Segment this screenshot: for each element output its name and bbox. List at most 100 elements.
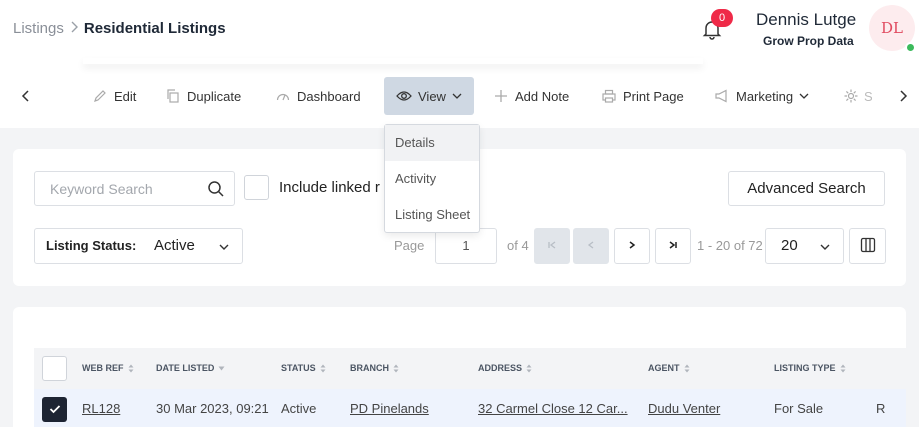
listings-table-card: WEB REF DATE LISTED STATUS BRANCH ADDRES… [13, 307, 906, 427]
column-label: AGENT [648, 363, 680, 373]
last-page-button[interactable] [655, 228, 691, 264]
sort-descending-icon [218, 366, 225, 371]
column-status[interactable]: STATUS [281, 363, 326, 373]
menu-item-listing-sheet[interactable]: Listing Sheet [385, 197, 479, 233]
column-label: STATUS [281, 363, 316, 373]
clipped-label: S [864, 88, 872, 104]
duplicate-button[interactable]: Duplicate [165, 77, 241, 115]
sort-icon [684, 364, 690, 373]
marketing-label: Marketing [736, 88, 794, 104]
add-note-label: Add Note [515, 88, 570, 104]
select-all-checkbox[interactable] [42, 356, 67, 381]
clipped-toolbar-button[interactable]: S [844, 77, 872, 115]
menu-item-activity[interactable]: Activity [385, 161, 479, 197]
first-page-button[interactable] [534, 228, 570, 264]
web-ref-link[interactable]: RL128 [82, 401, 120, 416]
copy-icon [165, 88, 181, 104]
chevron-down-icon [819, 240, 831, 255]
user-name: Dennis Lutge [756, 10, 857, 29]
pencil-icon [92, 88, 108, 104]
table-row[interactable]: RL128 30 Mar 2023, 09:21 Active PD Pinel… [34, 389, 906, 427]
address-link[interactable]: 32 Carmel Close 12 Car... [478, 401, 628, 416]
column-label: ADDRESS [478, 363, 523, 373]
include-linked-checkbox[interactable] [244, 175, 269, 200]
view-button[interactable]: View [384, 77, 474, 115]
page-count: of 4 [507, 238, 529, 253]
chevron-left-icon[interactable] [16, 86, 36, 106]
column-listing-type[interactable]: LISTING TYPE [774, 363, 846, 373]
gauge-icon [275, 88, 291, 104]
eye-icon [396, 88, 412, 104]
column-agent[interactable]: AGENT [648, 363, 690, 373]
chevron-down-icon [452, 92, 462, 100]
breadcrumb: Listings Residential Listings [13, 20, 226, 37]
dashboard-button[interactable]: Dashboard [275, 77, 361, 115]
column-label: BRANCH [350, 363, 389, 373]
edit-button[interactable]: Edit [92, 77, 136, 115]
listing-type-cell: For Sale [774, 401, 824, 416]
header-divider [83, 58, 703, 64]
dashboard-label: Dashboard [297, 88, 361, 104]
megaphone-icon [714, 88, 730, 104]
status-cell: Active [281, 401, 317, 416]
table-header: WEB REF DATE LISTED STATUS BRANCH ADDRES… [34, 348, 906, 389]
sort-icon [393, 364, 399, 373]
column-label: DATE LISTED [156, 363, 215, 373]
advanced-search-button[interactable]: Advanced Search [728, 171, 885, 206]
listing-status-select[interactable]: Listing Status: Active [34, 228, 243, 264]
clipped-cell: R [876, 401, 886, 416]
settings-icon [844, 88, 858, 104]
sort-icon [320, 364, 326, 373]
columns-button[interactable] [849, 228, 886, 264]
print-page-button[interactable]: Print Page [601, 77, 684, 115]
sort-icon [128, 364, 134, 373]
page-number-input[interactable]: 1 [435, 228, 497, 264]
print-page-label: Print Page [623, 88, 684, 104]
keyword-search-placeholder: Keyword Search [50, 181, 153, 197]
include-linked-label: Include linked r [279, 179, 380, 196]
listing-status-label: Listing Status: [46, 238, 137, 253]
user-org: Grow Prop Data [763, 34, 854, 48]
row-checkbox[interactable] [42, 397, 67, 422]
chevron-right-icon [70, 21, 78, 36]
chevron-down-icon [799, 92, 809, 100]
menu-item-details[interactable]: Details [385, 125, 479, 161]
checkmark-icon [49, 402, 61, 417]
keyword-search-input[interactable]: Keyword Search [34, 171, 235, 206]
sort-icon [840, 364, 846, 373]
chevron-right-icon[interactable] [893, 86, 913, 106]
column-address[interactable]: ADDRESS [478, 363, 532, 373]
page-label: Page [394, 238, 425, 253]
agent-link[interactable]: Dudu Venter [648, 401, 720, 416]
record-range: 1 - 20 of 72 [697, 238, 763, 253]
plus-icon [493, 88, 509, 104]
search-icon[interactable] [207, 180, 225, 201]
marketing-button[interactable]: Marketing [714, 77, 809, 115]
action-toolbar: Edit Duplicate Dashboard View Add Note P… [0, 76, 919, 116]
sort-icon [526, 364, 532, 373]
top-header: Listings Residential Listings 0 Dennis L… [0, 0, 919, 128]
add-note-button[interactable]: Add Note [493, 77, 569, 115]
next-page-button[interactable] [614, 228, 650, 264]
column-label: LISTING TYPE [774, 363, 836, 373]
duplicate-label: Duplicate [187, 88, 242, 104]
column-branch[interactable]: BRANCH [350, 363, 399, 373]
columns-icon [860, 237, 876, 256]
per-page-select[interactable]: 20 [765, 228, 844, 264]
notification-badge: 0 [711, 9, 733, 27]
view-dropdown-menu: Details Activity Listing Sheet [384, 124, 480, 233]
view-label: View [418, 88, 446, 104]
branch-link[interactable]: PD Pinelands [350, 401, 429, 416]
edit-label: Edit [114, 88, 137, 104]
prev-page-button[interactable] [573, 228, 609, 264]
column-web-ref[interactable]: WEB REF [82, 363, 134, 373]
date-listed-cell: 30 Mar 2023, 09:21 [156, 401, 269, 416]
printer-icon [601, 88, 617, 104]
chevron-down-icon [218, 240, 230, 255]
column-date-listed[interactable]: DATE LISTED [156, 363, 225, 373]
online-status-dot [905, 42, 916, 53]
page-title: Residential Listings [83, 20, 226, 37]
listing-status-value: Active [154, 237, 195, 254]
column-label: WEB REF [82, 363, 124, 373]
breadcrumb-listings-link[interactable]: Listings [13, 20, 64, 37]
